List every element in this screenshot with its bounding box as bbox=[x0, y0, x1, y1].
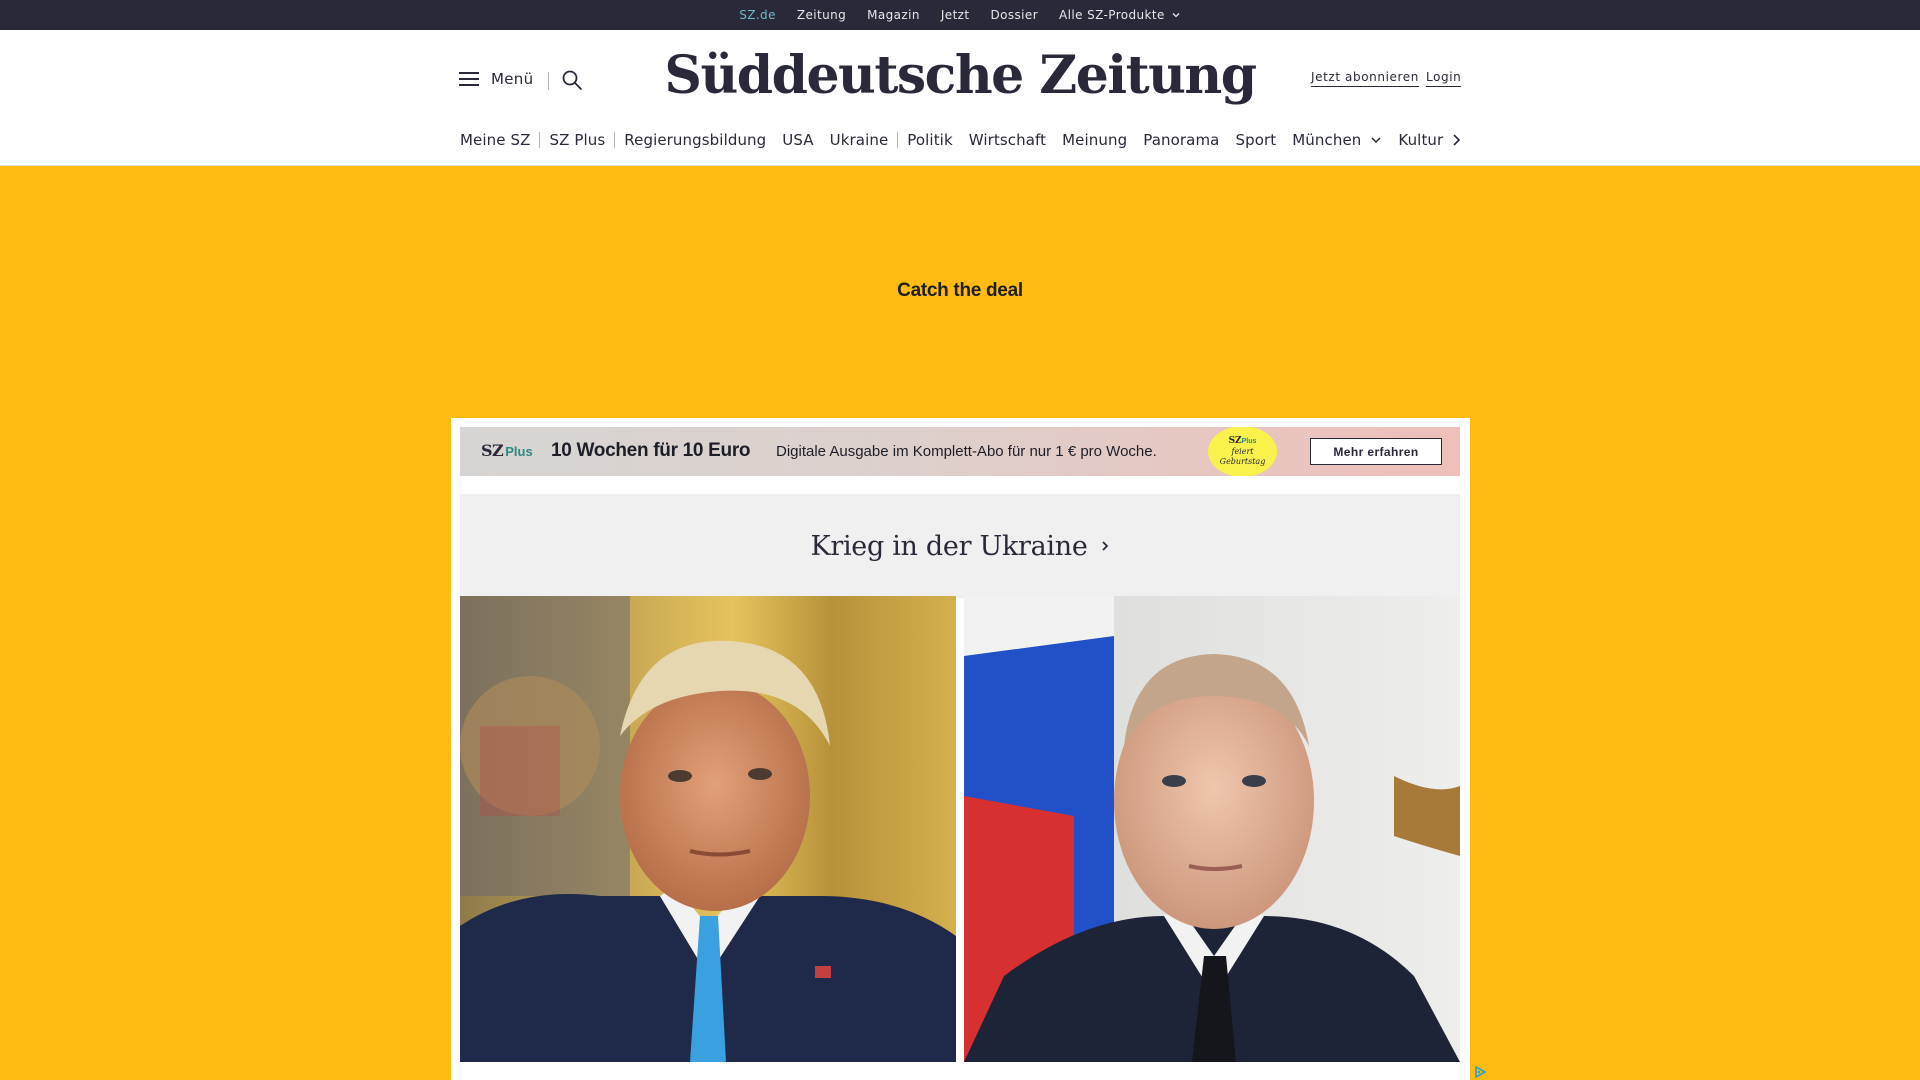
article-teaser-card[interactable] bbox=[480, 1062, 1440, 1080]
topbar-link-jetzt[interactable]: Jetzt bbox=[941, 0, 970, 30]
top-product-bar: SZ.de Zeitung Magazin Jetzt Dossier Alle… bbox=[0, 0, 1920, 30]
site-logo[interactable]: Süddeutsche Zeitung bbox=[664, 40, 1257, 110]
nav-item-wirtschaft[interactable]: Wirtschaft bbox=[969, 131, 1046, 149]
nav-divider bbox=[897, 132, 899, 148]
menu-button[interactable]: Menü bbox=[459, 70, 533, 88]
sz-plus-logo-plus: Plus bbox=[505, 444, 533, 459]
search-button[interactable] bbox=[561, 69, 583, 91]
nav-item-sport[interactable]: Sport bbox=[1235, 131, 1276, 149]
nav-divider bbox=[539, 132, 541, 148]
ad-banner-text[interactable]: Catch the deal bbox=[0, 280, 1920, 302]
nav-divider bbox=[614, 132, 616, 148]
nav-item-kultur[interactable]: Kultur bbox=[1398, 131, 1443, 149]
chevron-right-icon bbox=[1453, 134, 1461, 146]
nav-item-meine-sz[interactable]: Meine SZ bbox=[460, 131, 530, 149]
nav-item-regierungsbildung[interactable]: Regierungsbildung bbox=[624, 131, 766, 149]
topbar-link-alle-produkte-label: Alle SZ-Produkte bbox=[1059, 8, 1165, 22]
adchoices-icon[interactable] bbox=[1472, 1064, 1488, 1080]
main-navigation: Meine SZ SZ Plus Regierungsbildung USA U… bbox=[460, 128, 1443, 152]
sz-plus-logo-sz: SZ bbox=[481, 441, 504, 460]
sz-plus-logo: SZ Plus bbox=[481, 441, 533, 460]
chevron-down-icon bbox=[1172, 13, 1180, 18]
sz-plus-promo-banner[interactable]: SZ Plus 10 Wochen für 10 Euro Digitale A… bbox=[460, 427, 1460, 476]
content-panel: SZ Plus 10 Wochen für 10 Euro Digitale A… bbox=[451, 418, 1470, 1080]
nav-item-politik[interactable]: Politik bbox=[907, 131, 952, 149]
mehr-erfahren-button[interactable]: Mehr erfahren bbox=[1310, 438, 1442, 465]
badge-line-2: Geburtstag bbox=[1219, 457, 1266, 466]
badge-logo: SZPlus bbox=[1228, 436, 1257, 446]
search-icon bbox=[562, 70, 582, 90]
nav-item-panorama[interactable]: Panorama bbox=[1143, 131, 1219, 149]
section-header-ukraine[interactable]: Krieg in der Ukraine bbox=[460, 494, 1460, 598]
topbar-link-sz-de[interactable]: SZ.de bbox=[739, 0, 776, 30]
promo-copy: Digitale Ausgabe im Komplett-Abo für nur… bbox=[776, 443, 1157, 460]
topbar-link-dossier[interactable]: Dossier bbox=[991, 0, 1039, 30]
nav-scroll-right-button[interactable] bbox=[1448, 129, 1464, 151]
header-divider bbox=[548, 72, 549, 90]
nav-item-ukraine[interactable]: Ukraine bbox=[830, 131, 889, 149]
hamburger-icon bbox=[459, 72, 479, 86]
chevron-right-icon bbox=[1101, 541, 1108, 551]
chevron-down-icon bbox=[1371, 137, 1381, 144]
site-header: Menü Süddeutsche Zeitung Jetzt abonniere… bbox=[0, 30, 1920, 166]
topbar-link-magazin[interactable]: Magazin bbox=[867, 0, 920, 30]
nav-item-meinung[interactable]: Meinung bbox=[1062, 131, 1127, 149]
badge-line-1: feiert bbox=[1231, 447, 1254, 456]
section-title: Krieg in der Ukraine bbox=[810, 530, 1088, 562]
topbar-link-alle-produkte[interactable]: Alle SZ-Produkte bbox=[1059, 0, 1181, 30]
nav-item-usa[interactable]: USA bbox=[782, 131, 813, 149]
topbar-link-zeitung[interactable]: Zeitung bbox=[797, 0, 846, 30]
nav-item-muenchen[interactable]: München bbox=[1292, 131, 1382, 149]
article-photo-left[interactable] bbox=[460, 596, 956, 1062]
menu-label: Menü bbox=[491, 70, 534, 88]
promo-headline: 10 Wochen für 10 Euro bbox=[551, 440, 751, 461]
nav-item-sz-plus[interactable]: SZ Plus bbox=[549, 131, 605, 149]
anniversary-badge: SZPlus feiert Geburtstag bbox=[1208, 427, 1277, 476]
login-link[interactable]: Login bbox=[1426, 70, 1462, 87]
subscribe-link[interactable]: Jetzt abonnieren bbox=[1311, 70, 1419, 87]
article-photo-right[interactable] bbox=[964, 596, 1460, 1062]
nav-item-muenchen-label: München bbox=[1292, 131, 1362, 149]
